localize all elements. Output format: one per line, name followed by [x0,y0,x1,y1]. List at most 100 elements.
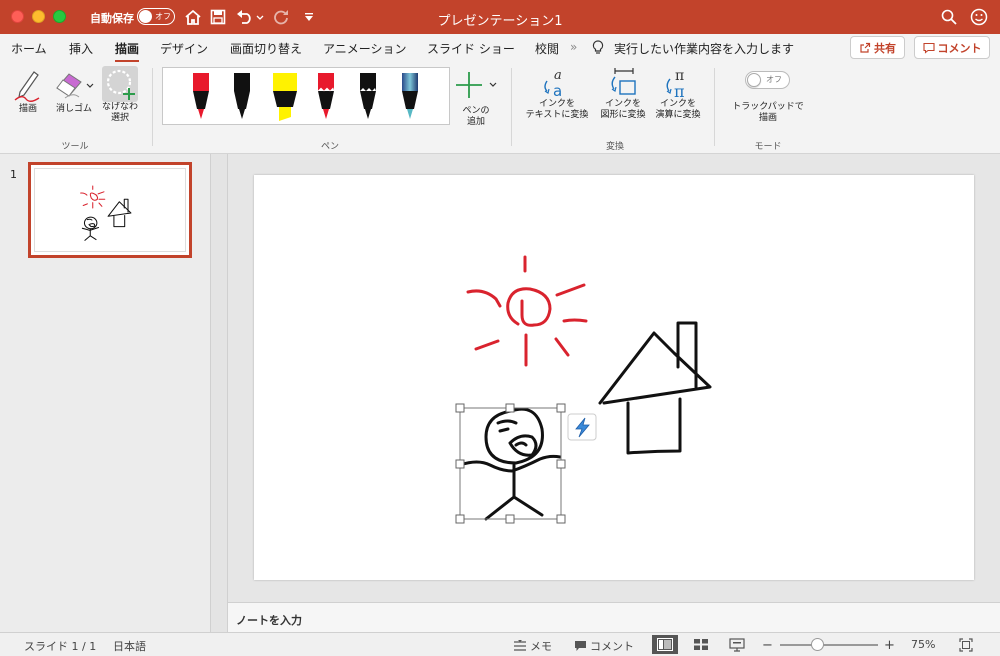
separator [714,68,715,146]
pen-galaxy-icon[interactable] [398,71,422,123]
window-maximize-button[interactable] [53,10,66,23]
zoom-in-button[interactable]: + [884,638,895,653]
ink-to-math-button[interactable]: π π インクを 演算に変換 [652,67,704,121]
share-icon [860,42,871,53]
tab-design[interactable]: デザイン [160,40,208,57]
thumbnail-drawing [80,185,132,241]
tools-group-label: ツール [61,142,89,152]
lasso-highlight [102,66,138,102]
fit-to-window-button[interactable] [953,635,979,654]
toggle-knob [139,10,152,23]
window-close-button[interactable] [11,10,24,23]
ink-to-shape-button[interactable]: インクを 図形に変換 [596,67,650,121]
ink-action-lightning-icon[interactable] [567,413,597,441]
tab-insert[interactable]: 挿入 [69,40,93,57]
more-tabs-chevron-icon[interactable]: » [570,40,577,54]
comments-button[interactable]: コメント [914,36,990,59]
zoom-slider-handle[interactable] [811,638,824,651]
sun-ink-drawing[interactable] [466,255,588,367]
slideshow-view-button[interactable] [724,635,750,654]
eraser-icon [56,73,94,99]
notes-pane[interactable]: ノートを入力 [228,602,1000,632]
slide-info: スライド 1 / 1 [24,640,97,653]
fit-window-icon [959,637,973,652]
tab-home[interactable]: ホーム [11,40,47,57]
eraser-button[interactable]: 消しゴム [50,66,98,115]
trackpad-toggle-state: オフ [766,75,782,84]
add-pen-button[interactable]: ペンの 追加 [452,70,500,128]
notes-placeholder: ノートを入力 [236,614,302,627]
tab-draw[interactable]: 描画 [115,40,140,63]
window-minimize-button[interactable] [32,10,45,23]
convert-group-label: 変換 [605,142,624,152]
presenter-screen-icon [729,637,745,652]
ink-to-text-button[interactable]: a a インクを テキストに変換 [522,67,592,121]
svg-text:π: π [674,82,685,99]
slide-sorter-view-button[interactable] [688,635,714,654]
add-pen-label-2: 追加 [466,117,485,127]
svg-text:a: a [554,68,562,83]
slide-thumbnail[interactable] [28,162,192,258]
search-icon[interactable] [938,6,960,28]
pen-red-textured-icon[interactable] [314,71,338,123]
pencil-draw-icon [14,71,40,102]
pen-red-icon[interactable] [189,71,213,123]
comments-label: コメント [937,41,982,55]
language-indicator[interactable]: 日本語 [113,638,146,654]
home-icon[interactable] [182,6,204,28]
status-bar: スライド 1 / 1 日本語 メモ コメント − + 75% [0,632,1000,656]
comments-toggle-label: コメント [590,640,634,653]
undo-icon[interactable] [234,6,266,28]
tab-transitions[interactable]: 画面切り替え [230,40,302,57]
ink-to-math-label-1: インクを [659,99,696,109]
stick-figure-ink-drawing[interactable] [458,407,562,521]
share-label: 共有 [874,41,896,55]
tell-me-search[interactable]: 実行したい作業内容を入力します [614,40,794,57]
trackpad-draw-toggle[interactable]: オフ [745,71,790,89]
pen-black-icon[interactable] [230,71,254,123]
grid-view-icon [694,639,708,650]
slide-drawing [455,255,712,524]
trackpad-label-1: トラックパッドで [732,102,804,112]
comment-icon [922,42,935,54]
slide-thumbnail-pane: 1 [0,154,210,632]
ink-to-text-icon: a a [544,68,562,99]
redo-icon[interactable] [271,6,293,28]
pen-gallery [162,67,450,125]
lasso-label-2: 選択 [110,113,129,123]
title-bar: 自動保存 オフ プレゼンテーション1 [0,0,1000,34]
draw-button[interactable]: 描画 [12,66,44,115]
lasso-select-button[interactable]: なげなわ 選択 [100,66,140,124]
customize-toolbar-icon[interactable] [298,6,320,28]
share-button[interactable]: 共有 [850,36,905,59]
notes-toggle-button[interactable]: メモ [513,638,552,654]
tab-slideshow[interactable]: スライド ショー [427,40,515,57]
normal-view-button[interactable] [652,635,678,654]
pane-splitter[interactable] [210,154,228,632]
autosave-toggle[interactable]: オフ [137,8,175,25]
trackpad-draw-label: トラックパッドで 描画 [726,102,810,124]
ink-to-math-label-2: 演算に変換 [655,110,701,120]
ink-to-math-icon: π π [666,68,685,99]
slide-editor [228,154,1000,602]
pen-black-textured-icon[interactable] [356,71,380,123]
zoom-slider-track[interactable] [780,644,878,646]
notes-toggle-label: メモ [530,640,552,653]
zoom-level[interactable]: 75% [911,638,935,651]
thumbnail-canvas [34,168,186,252]
slide-canvas[interactable] [254,175,974,580]
ink-to-text-label-2: テキストに変換 [525,110,589,120]
pens-group-label: ペン [320,142,339,152]
highlighter-yellow-icon[interactable] [271,71,299,123]
save-icon[interactable] [207,6,229,28]
separator [152,68,153,146]
zoom-out-button[interactable]: − [762,638,773,653]
toggle-knob [747,73,761,87]
lasso-label-1: なげなわ [101,102,138,112]
tab-review[interactable]: 校閲 [535,40,559,57]
draw-ribbon: 描画 消しゴム なげなわ 選択 ツール ペンの 追加 ペン a a インクを テ… [0,62,1000,154]
comments-toggle-button[interactable]: コメント [574,638,634,654]
tab-animations[interactable]: アニメーション [323,40,407,57]
smiley-feedback-icon[interactable] [968,6,990,28]
house-ink-drawing[interactable] [598,321,712,455]
